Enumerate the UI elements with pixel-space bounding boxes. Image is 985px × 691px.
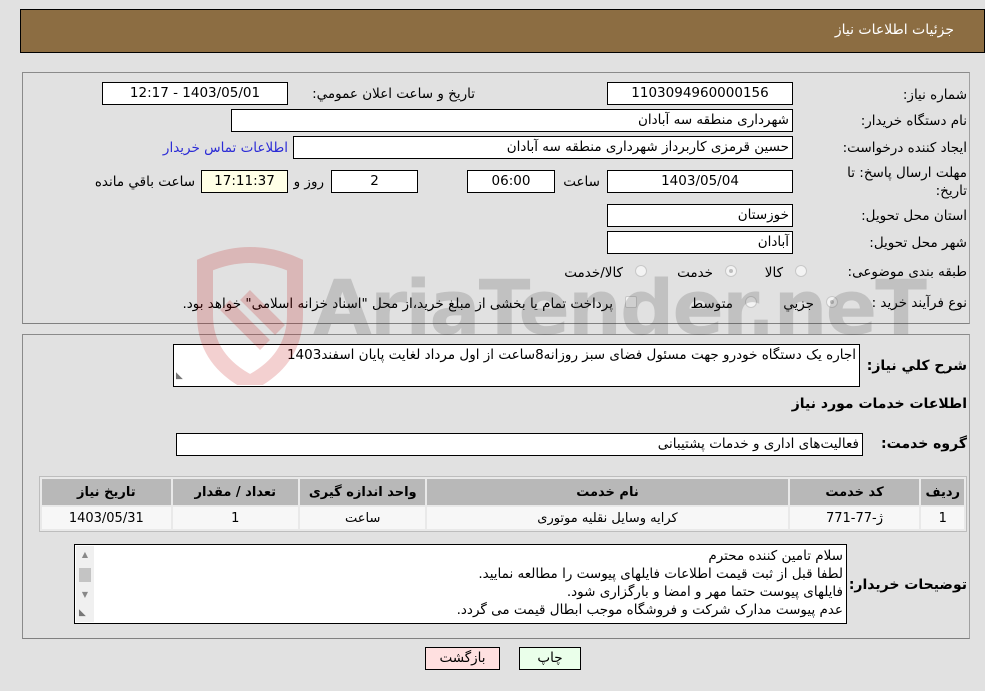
requester-field[interactable]: حسین قرمزی کاربرداز شهرداری منطقه سه آبا… (293, 136, 793, 159)
buyer-notes-line: سلام تامین کننده محترم (708, 548, 843, 564)
col-header-quantity: تعداد / مقدار (172, 479, 299, 505)
days-remaining-field: 2 (331, 170, 418, 193)
announce-datetime-field[interactable]: 1403/05/01 - 12:17 (102, 82, 288, 105)
col-header-service-name: نام خدمت (427, 479, 788, 505)
category-radio-goods-service[interactable] (635, 265, 647, 277)
buyer-notes-line: فایلهای پیوست حتما مهر و امضا و بارگزاری… (566, 584, 843, 600)
purchase-type-option-medium: متوسط (690, 296, 733, 312)
treasury-bonds-label: پرداخت تمام يا بخشی از مبلغ خريد،از محل … (182, 296, 613, 312)
scroll-up-icon[interactable]: ▲ (76, 548, 94, 562)
time-remaining-field: 17:11:37 (201, 170, 288, 193)
buyer-notes-line: عدم پیوست مدارک شرکت و فروشگاه موجب ابطا… (456, 602, 843, 618)
buyer-notes-label: توضيحات خريدار: (848, 577, 967, 593)
category-radio-service[interactable] (725, 265, 737, 277)
cell-row-number: 1 (921, 507, 964, 529)
col-header-row-number: رديف (921, 479, 964, 505)
buyer-org-label: نام دستگاه خريدار: (860, 113, 967, 129)
cell-quantity: 1 (172, 507, 299, 529)
deadline-time-label: ساعت (563, 174, 600, 190)
cell-need-date: 1403/05/31 (42, 507, 171, 529)
city-label: شهر محل تحويل: (869, 235, 967, 251)
days-label: روز و (293, 174, 324, 190)
time-remaining-label: ساعت باقي مانده (94, 174, 195, 190)
purchase-type-radio-medium[interactable] (745, 296, 757, 308)
service-group-label: گروه خدمت: (881, 436, 967, 452)
category-radio-goods[interactable] (795, 265, 807, 277)
page-header: جزئیات اطلاعات نیاز (20, 9, 985, 53)
requester-label: ايجاد کننده درخواست: (842, 140, 967, 156)
summary-label: شرح کلي نياز: (866, 358, 967, 374)
purchase-type-label: نوع فرآيند خريد : (871, 295, 967, 311)
category-label: طبقه بندی موضوعی: (847, 264, 967, 280)
buyer-contact-link[interactable]: اطلاعات تماس خريدار (163, 140, 288, 156)
announce-datetime-label: تاریخ و ساعت اعلان عمومي: (312, 86, 475, 102)
table-row: 1 ژ-77-771 کرایه وسایل نقلیه موتوری ساعت… (42, 507, 964, 529)
need-number-label: شماره نیاز: (902, 87, 967, 103)
scroll-thumb[interactable] (79, 568, 91, 582)
print-button[interactable]: چاپ (519, 647, 581, 670)
page-title: جزئیات اطلاعات نیاز (834, 22, 954, 38)
buyer-notes-line: لطفا قبل از ثبت قیمت اطلاعات فایلهای پیو… (478, 566, 843, 582)
purchase-type-option-minor: جزيي (783, 296, 814, 312)
buyer-org-field[interactable]: شهرداری منطقه سه آبادان (231, 109, 793, 132)
cell-unit: ساعت (300, 507, 426, 529)
table-header-row: رديف کد خدمت نام خدمت واحد اندازه گيری ت… (42, 479, 964, 505)
summary-textarea[interactable]: اجاره یک دستگاه خودرو جهت مسئول فضای سبز… (173, 344, 860, 387)
deadline-label-line1: مهلت ارسال پاسخ: تا (847, 165, 967, 181)
category-option-service: خدمت (677, 265, 713, 281)
deadline-label-line2: تاريخ: (935, 183, 967, 199)
need-number-field[interactable]: 1103094960000156 (607, 82, 793, 105)
buyer-notes-scrollbar[interactable]: ▲ ▼ ◢ (76, 546, 94, 622)
col-header-need-date: تاريخ نياز (42, 479, 171, 505)
purchase-type-radio-minor[interactable] (826, 296, 838, 308)
col-header-unit: واحد اندازه گيری (300, 479, 426, 505)
deadline-time-field[interactable]: 06:00 (467, 170, 555, 193)
services-heading: اطلاعات خدمات مورد نياز (791, 396, 967, 412)
province-label: استان محل تحويل: (861, 208, 967, 224)
back-button[interactable]: بازگشت (425, 647, 500, 670)
cell-service-code: ژ-77-771 (789, 507, 920, 529)
buyer-notes-textarea[interactable]: سلام تامین کننده محترم لطفا قبل از ثبت ق… (74, 544, 847, 624)
province-field[interactable]: خوزستان (607, 204, 793, 227)
deadline-date-field[interactable]: 1403/05/04 (607, 170, 793, 193)
resize-grip-icon[interactable]: ◢ (176, 367, 183, 385)
category-option-goods: کالا (764, 265, 783, 281)
col-header-service-code: کد خدمت (789, 479, 920, 505)
cell-service-name: کرایه وسایل نقلیه موتوری (427, 507, 788, 529)
summary-text: اجاره یک دستگاه خودرو جهت مسئول فضای سبز… (286, 347, 856, 363)
category-option-goods-service: کالا/خدمت (564, 265, 623, 281)
resize-grip-icon[interactable]: ◢ (79, 604, 86, 622)
service-group-field: فعالیت‌های اداری و خدمات پشتیبانی (176, 433, 863, 456)
services-table: رديف کد خدمت نام خدمت واحد اندازه گيری ت… (39, 476, 967, 532)
city-field[interactable]: آبادان (607, 231, 793, 254)
treasury-bonds-checkbox[interactable] (625, 296, 637, 308)
scroll-down-icon[interactable]: ▼ (76, 588, 94, 602)
